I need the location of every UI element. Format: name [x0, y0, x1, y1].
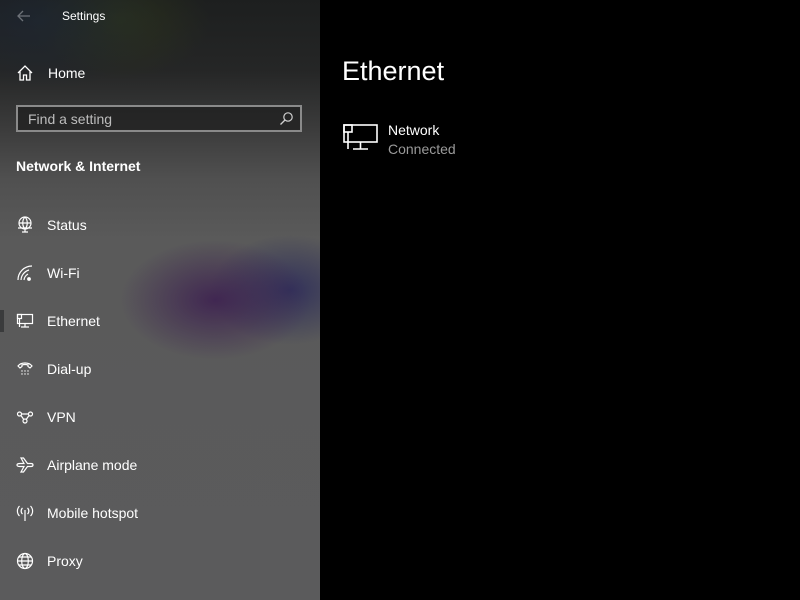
home-icon [16, 64, 34, 82]
sidebar-item-label: Airplane mode [47, 457, 138, 473]
sidebar: Settings Home Network & Internet S [0, 0, 320, 600]
wifi-icon [16, 264, 34, 282]
page-title: Ethernet [342, 56, 445, 86]
sidebar-item-label: Dial-up [47, 361, 92, 377]
main-content: Ethernet Network Connected [320, 0, 800, 600]
network-name: Network [388, 122, 440, 138]
ethernet-network-icon [342, 120, 380, 154]
globe-icon [16, 552, 34, 570]
app-title: Settings [62, 9, 106, 23]
hotspot-icon [16, 504, 34, 522]
sidebar-item-proxy[interactable]: Proxy [0, 541, 320, 581]
vpn-icon [16, 408, 34, 426]
airplane-icon [16, 456, 34, 474]
sidebar-item-label: VPN [47, 409, 76, 425]
search-box[interactable] [16, 105, 302, 132]
sidebar-item-ethernet[interactable]: Ethernet [0, 301, 320, 341]
sidebar-item-dialup[interactable]: Dial-up [0, 349, 320, 389]
search-input[interactable] [28, 110, 268, 128]
dialup-phone-icon [16, 360, 34, 378]
search-icon[interactable] [278, 111, 294, 127]
title-bar: Settings [0, 0, 320, 32]
home-label: Home [48, 65, 86, 81]
sidebar-item-status[interactable]: Status [0, 205, 320, 245]
sidebar-item-label: Proxy [47, 553, 83, 569]
home-link[interactable]: Home [0, 60, 320, 86]
sidebar-item-airplane-mode[interactable]: Airplane mode [0, 445, 320, 485]
network-status: Connected [388, 141, 456, 157]
sidebar-item-label: Status [47, 217, 87, 233]
status-globe-monitor-icon [16, 216, 34, 234]
network-connection-item[interactable]: Network Connected [342, 118, 542, 162]
ethernet-icon [16, 312, 34, 330]
sidebar-item-mobile-hotspot[interactable]: Mobile hotspot [0, 493, 320, 533]
selection-indicator [0, 310, 4, 332]
sidebar-item-label: Mobile hotspot [47, 505, 139, 521]
sidebar-item-label: Ethernet [47, 313, 100, 329]
sidebar-item-vpn[interactable]: VPN [0, 397, 320, 437]
sidebar-item-label: Wi-Fi [47, 265, 80, 281]
sidebar-item-wifi[interactable]: Wi-Fi [0, 253, 320, 293]
back-button[interactable] [12, 6, 36, 26]
back-arrow-icon [17, 10, 30, 22]
section-title: Network & Internet [16, 158, 141, 174]
